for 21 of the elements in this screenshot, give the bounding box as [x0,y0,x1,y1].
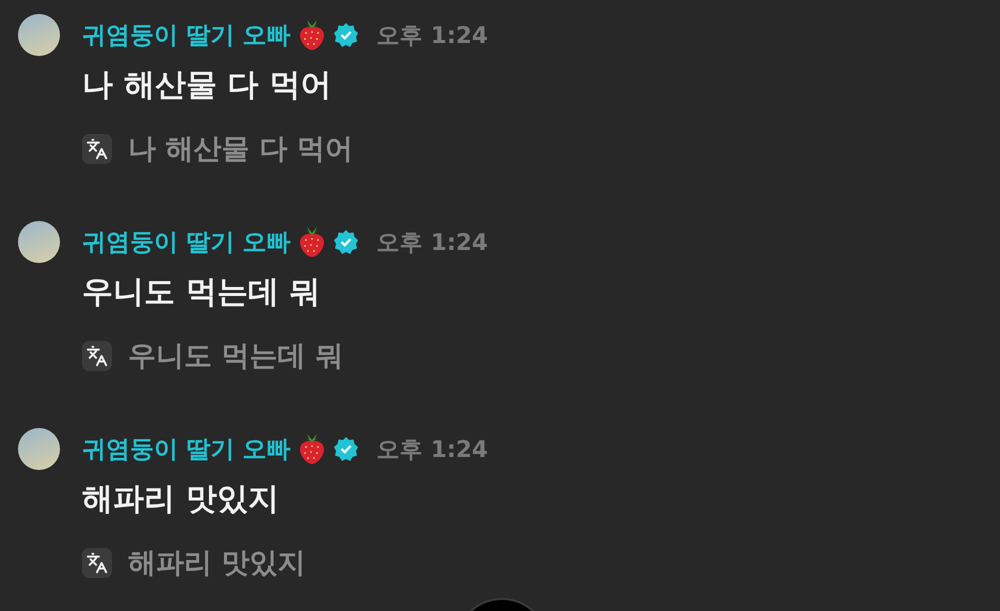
author-name[interactable]: 귀염둥이 딸기 오빠 [82,226,291,258]
message-time: 오후 1:24 [376,22,488,50]
avatar[interactable] [18,14,60,56]
author-name[interactable]: 귀염둥이 딸기 오빠 [82,19,291,51]
author-name[interactable]: 귀염둥이 딸기 오빠 [82,433,291,465]
translate-icon[interactable] [82,341,112,371]
message-text: 우니도 먹는데 뭐 [82,273,322,312]
verified-badge-icon [332,22,359,48]
translation-text: 해파리 맛있지 [128,545,306,581]
translate-icon[interactable] [82,134,112,164]
message-time: 오후 1:24 [376,436,488,464]
message-time: 오후 1:24 [376,228,488,258]
translate-icon[interactable] [82,548,112,578]
verified-badge-icon [332,436,359,462]
avatar[interactable] [18,221,60,263]
translation-text: 나 해산물 다 먹어 [128,131,354,167]
message-text: 해파리 맛있지 [82,480,280,519]
verified-badge-icon [332,229,359,255]
translation-text: 우니도 먹는데 뭐 [128,338,344,374]
avatar[interactable] [18,428,60,470]
message-text: 나 해산물 다 먹어 [82,66,332,105]
